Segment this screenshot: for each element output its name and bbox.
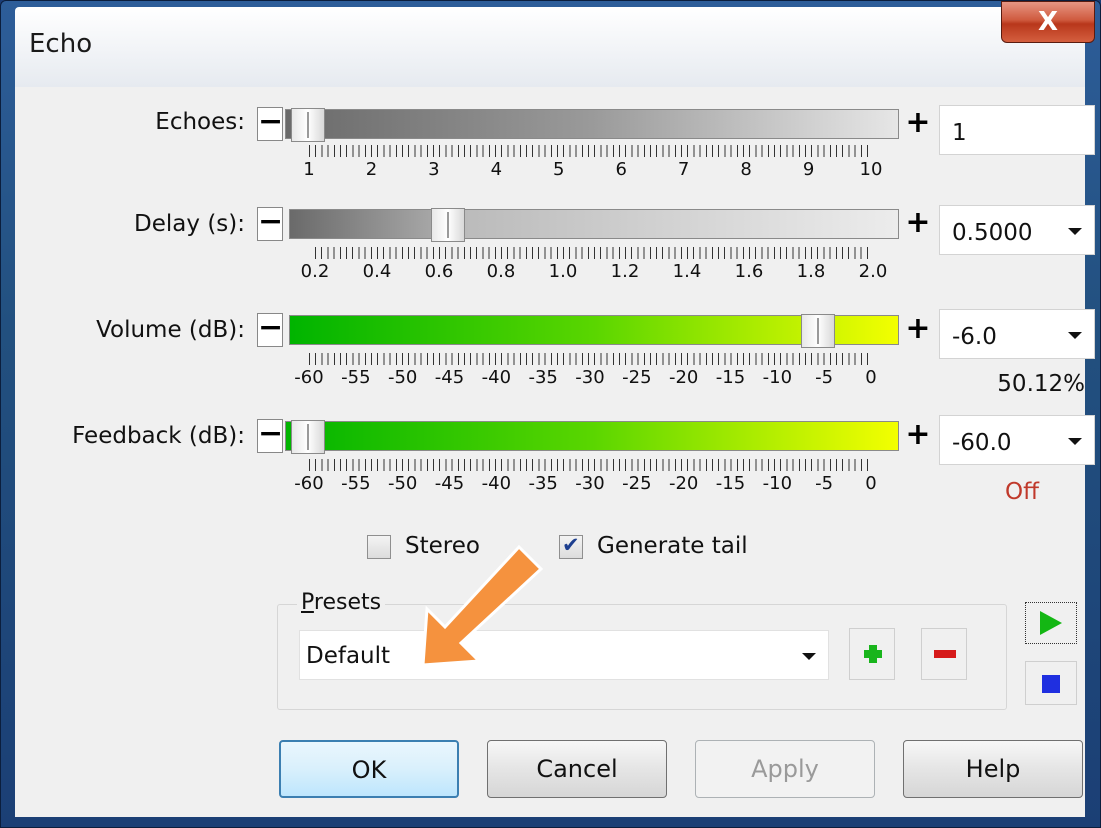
title-bar: Echo X [1,1,1101,87]
annotation-arrow [421,544,544,667]
annotation-arrow-shape [421,544,544,667]
dialog-body: Echoes: − + 1 2 3 4 5 6 7 8 9 10 1 Delay (s): − +… [15,87,1095,817]
window-title: Echo [15,7,1085,87]
close-icon[interactable]: X [1001,1,1095,43]
dialog-frame: Echo X Echoes: − + 1 2 3 4 5 6 7 8 9 10 1 Delay (… [0,0,1101,828]
